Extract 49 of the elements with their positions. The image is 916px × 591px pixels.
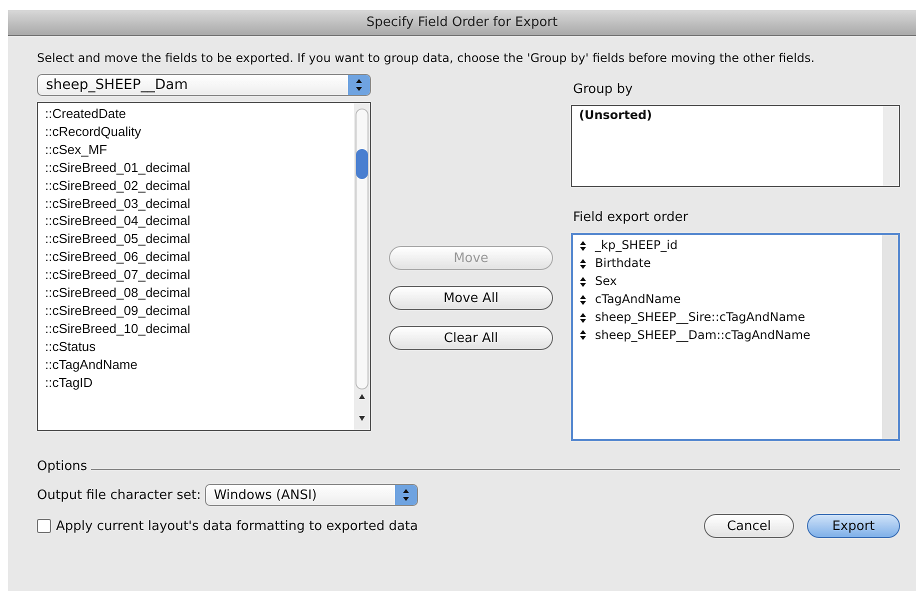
field-item[interactable]: ::cTagAndName — [45, 356, 354, 374]
drag-handle-icon[interactable] — [580, 240, 586, 251]
field-item[interactable]: ::CreatedDate — [45, 105, 354, 123]
field-item[interactable]: ::cTagID — [45, 374, 354, 392]
move-button[interactable]: Move All — [389, 286, 553, 310]
drag-handle-icon[interactable] — [580, 276, 586, 287]
charset-label: Output file character set: — [37, 488, 201, 502]
field-item[interactable]: ::cSireBreed_07_decimal — [45, 266, 354, 284]
dialog-button[interactable]: Export — [807, 514, 900, 538]
export-field[interactable]: sheep_SHEEP__Dam::cTagAndName — [595, 326, 810, 344]
stepper-icon — [394, 485, 417, 505]
window-title: Specify Field Order for Export — [366, 15, 558, 30]
export-order-label: Field export order — [573, 210, 690, 225]
field-item[interactable]: ::cSireBreed_10_decimal — [45, 320, 354, 338]
field-item[interactable]: ::cSireBreed_01_decimal — [45, 158, 354, 177]
drag-handle-icon[interactable] — [580, 312, 586, 323]
instruction-text: Select and move the fields to be exported. If you want to group data, choose the 'Group by' fields before moving the other fields. — [37, 51, 816, 66]
field-item[interactable]: ::cSireBreed_05_decimal — [45, 230, 354, 248]
field-item[interactable]: ::cStatus — [45, 338, 354, 356]
dialog-button[interactable]: Cancel — [704, 514, 794, 538]
checkbox-label: Apply current layout's data formatting to exported data — [56, 518, 418, 534]
scrollbar-drawing[interactable] — [354, 103, 370, 430]
export-field[interactable]: Sex — [595, 272, 617, 291]
export-order-list[interactable]: _kp_SHEEP_id Birthdate Sex cTagAndName sheep_SHEEP__Sire::cTagAndName sheep_SHEEP__Dam::cTagAndName — [571, 233, 900, 441]
field-item[interactable]: ::cRecordQuality — [45, 122, 354, 141]
export-field[interactable]: sheep_SHEEP__Sire::cTagAndName — [595, 308, 806, 327]
drag-handle-icon[interactable] — [580, 330, 586, 340]
checkbox[interactable] — [37, 519, 51, 533]
export-field[interactable]: cTagAndName — [595, 290, 681, 309]
field-item[interactable]: ::cSireBreed_08_decimal — [45, 284, 354, 302]
field-item[interactable]: ::cSireBreed_06_decimal — [45, 248, 354, 266]
field-item[interactable]: ::cSireBreed_02_decimal — [45, 176, 354, 195]
table-popup[interactable]: sheep_SHEEP__Dam — [37, 74, 371, 96]
field-item[interactable]: ::cSireBreed_03_decimal — [45, 194, 354, 212]
source-field-list[interactable] — [37, 102, 371, 431]
field-item[interactable]: ::cSex_MF — [45, 140, 354, 159]
charset-popup[interactable]: Windows (ANSI) — [204, 484, 418, 506]
stepper-icon — [348, 75, 370, 95]
group-by-label: Group by — [573, 82, 634, 97]
export-field[interactable]: Birthdate — [595, 254, 651, 273]
group-item[interactable]: (Unsorted) — [579, 108, 883, 122]
export-field[interactable]: _kp_SHEEP_id — [595, 237, 678, 255]
group-by-list[interactable]: (Unsorted) — [571, 105, 900, 187]
drag-handle-icon[interactable] — [580, 258, 586, 269]
drag-handle-icon[interactable] — [580, 294, 586, 305]
field-item[interactable]: ::cSireBreed_04_decimal — [45, 212, 354, 230]
field-item[interactable]: ::cSireBreed_09_decimal — [45, 302, 354, 320]
move-button[interactable]: Clear All — [389, 326, 553, 350]
options-heading: Options — [37, 459, 88, 474]
